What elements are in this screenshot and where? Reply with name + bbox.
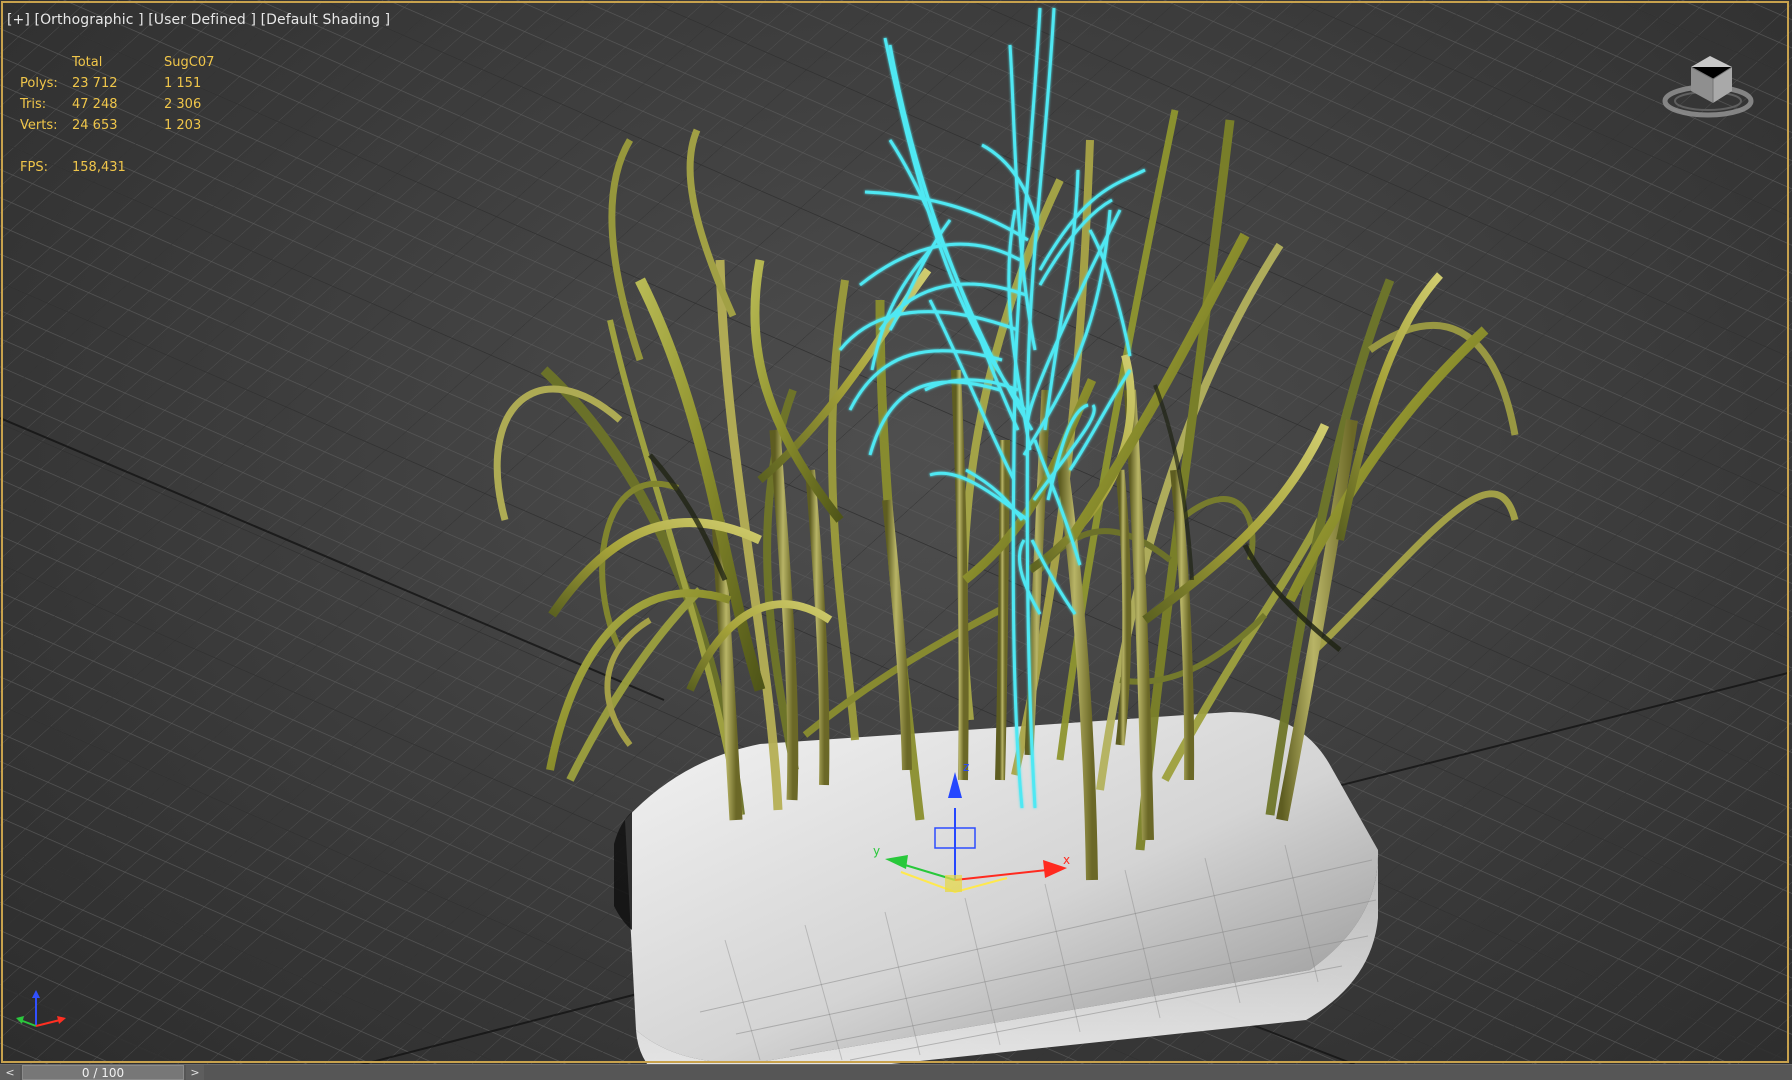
stats-header-row: Total SugC07 xyxy=(20,52,244,73)
statistics-overlay: Total SugC07 Polys: 23 712 1 151 Tris: 4… xyxy=(20,52,244,178)
gizmo-y-label: y xyxy=(873,844,880,858)
stats-row-total: 23 712 xyxy=(72,76,118,91)
stats-selection-header: SugC07 xyxy=(164,55,215,70)
stats-label-empty xyxy=(20,52,72,73)
gizmo-z-label: z xyxy=(963,760,969,774)
timeline-next-button[interactable]: > xyxy=(186,1065,204,1080)
fps-value: 158,431 xyxy=(72,160,126,175)
fps-label: FPS: xyxy=(20,160,48,175)
stats-row-label: Polys: xyxy=(20,76,58,91)
stats-row-total: 47 248 xyxy=(72,97,118,112)
stats-row-label: Verts: xyxy=(20,118,58,133)
time-slider[interactable]: 0 / 100 xyxy=(22,1065,184,1080)
world-axis-icon xyxy=(16,990,66,1027)
stats-row-selection: 1 151 xyxy=(164,76,202,91)
fps-empty xyxy=(164,157,244,178)
stats-row-selection: 1 203 xyxy=(164,118,202,133)
timeline-prev-button[interactable]: < xyxy=(0,1065,20,1080)
stats-total-header: Total xyxy=(72,55,103,70)
viewport-label[interactable]: [+] [Orthographic ] [User Defined ] [Def… xyxy=(7,12,390,28)
stats-row-fps: FPS: 158,431 xyxy=(20,157,244,178)
stats-row-verts: Verts: 24 653 1 203 xyxy=(20,115,244,136)
stats-row-tris: Tris: 47 248 2 306 xyxy=(20,94,244,115)
stats-row-polys: Polys: 23 712 1 151 xyxy=(20,73,244,94)
stats-row-total: 24 653 xyxy=(72,118,118,133)
stats-row-label: Tris: xyxy=(20,97,47,112)
stats-spacer xyxy=(20,136,244,157)
scene-render: z y x xyxy=(0,0,1792,1080)
gizmo-x-label: x xyxy=(1063,853,1070,867)
stats-row-selection: 2 306 xyxy=(164,97,202,112)
timeline-bar[interactable]: < 0 / 100 > xyxy=(0,1064,1792,1080)
viewcube-icon[interactable] xyxy=(1660,47,1760,125)
3d-viewport[interactable]: z y x [+] [Orthographic ] [User Defined … xyxy=(0,0,1792,1080)
